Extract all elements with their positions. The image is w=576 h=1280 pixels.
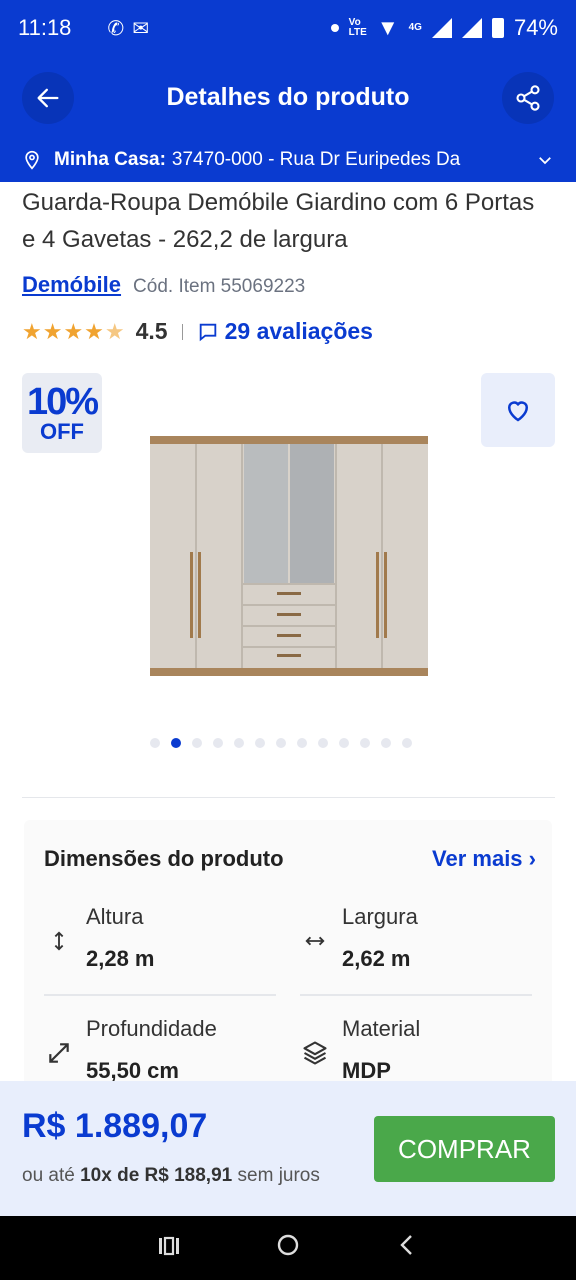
wifi-icon: ▼ <box>376 15 399 40</box>
dimension-value: 2,62 m <box>342 946 411 971</box>
gallery-dot[interactable] <box>297 738 307 748</box>
notification-icons: ✆ ✉ <box>107 16 149 41</box>
status-bar: 11:18 ✆ ✉ Vo LTE ▼ 4G 74% <box>0 0 576 56</box>
dimensions-title: Dimensões do produto <box>44 846 284 871</box>
rating-stars-icon: ★★★★★ <box>22 318 126 344</box>
dimension-label: Altura <box>86 904 144 929</box>
dimension-value: 2,28 m <box>86 946 155 971</box>
dimension-label: Material <box>342 1016 421 1041</box>
dot-icon <box>330 24 339 32</box>
row-divider <box>44 994 276 996</box>
rating-row: ★★★★★ 4.5 29 avaliações <box>22 318 373 345</box>
back-button[interactable] <box>22 72 74 124</box>
gallery-dot[interactable] <box>276 738 286 748</box>
clock: 11:18 <box>18 15 72 40</box>
divider <box>181 323 183 340</box>
delivery-address-selector[interactable]: Minha Casa: 37470-000 - Rua Dr Euripedes… <box>0 138 576 182</box>
discount-off: OFF <box>40 419 84 444</box>
diagonal-arrows-icon <box>44 1038 74 1068</box>
page-title: Detalhes do produto <box>166 82 410 111</box>
app-header: Detalhes do produto <box>0 56 576 138</box>
battery-icon <box>491 18 504 38</box>
gallery-dot-active[interactable] <box>171 738 181 748</box>
back-nav-button[interactable] <box>387 1233 427 1264</box>
buy-button[interactable]: COMPRAR <box>374 1116 555 1182</box>
favorite-button[interactable] <box>481 373 555 447</box>
layers-icon <box>300 1038 330 1068</box>
discount-badge: 10% OFF <box>22 373 102 453</box>
brand-row: Demóbile Cód. Item 55069223 <box>22 272 305 298</box>
share-icon <box>516 85 540 111</box>
system-nav-bar <box>0 1216 576 1280</box>
address-value: 37470-000 - Rua Dr Euripedes Da <box>171 149 461 170</box>
see-more-link[interactable]: Ver mais › <box>432 846 536 872</box>
section-divider <box>22 797 555 798</box>
location-pin-icon <box>25 150 39 170</box>
gallery-dot[interactable] <box>381 738 391 748</box>
signal-icon-2 <box>461 18 482 38</box>
chevron-left-icon <box>399 1234 412 1255</box>
signal-icon <box>431 18 452 38</box>
comment-icon <box>199 323 216 341</box>
gallery-dot[interactable] <box>339 738 349 748</box>
vertical-arrows-icon <box>44 926 74 956</box>
share-button[interactable] <box>502 72 554 124</box>
reviews-count: 29 avaliações <box>224 318 373 344</box>
arrow-left-icon <box>37 88 59 108</box>
dimension-label: Profundidade <box>86 1016 217 1041</box>
recent-apps-button[interactable] <box>149 1233 189 1264</box>
see-more-label: Ver mais <box>432 846 523 871</box>
recent-apps-icon <box>159 1236 180 1255</box>
chevron-down-icon <box>539 157 551 165</box>
gallery-dot[interactable] <box>318 738 328 748</box>
address-label: Minha Casa: <box>54 149 166 170</box>
network-type: 4G <box>408 22 422 33</box>
gallery-dot[interactable] <box>213 738 223 748</box>
gallery-dot[interactable] <box>255 738 265 748</box>
gmail-icon: ✉ <box>132 17 149 40</box>
row-divider <box>300 994 532 996</box>
reviews-link[interactable]: 29 avaliações <box>197 318 373 345</box>
battery-percent: 74% <box>513 15 558 40</box>
rating-value: 4.5 <box>135 318 168 344</box>
horizontal-arrows-icon <box>300 926 330 956</box>
dimensions-card: Dimensões do produto Ver mais › Altura 2… <box>24 820 552 1120</box>
gallery-dot[interactable] <box>234 738 244 748</box>
gallery-dot[interactable] <box>402 738 412 748</box>
installment-info: ou até 10x de R$ 188,91 sem juros <box>22 1165 320 1187</box>
installment-prefix: ou até <box>22 1165 75 1186</box>
home-button[interactable] <box>268 1233 308 1264</box>
installment-suffix: sem juros <box>237 1165 320 1186</box>
volte-icon: Vo LTE <box>348 17 367 38</box>
brand-link[interactable]: Demóbile <box>22 272 121 298</box>
dimension-label: Largura <box>342 904 418 929</box>
product-image[interactable] <box>148 432 430 678</box>
whatsapp-icon: ✆ <box>107 17 125 40</box>
price: R$ 1.889,07 <box>22 1107 208 1145</box>
discount-percent: 10% <box>26 381 99 423</box>
system-icons: Vo LTE ▼ 4G 74% <box>330 15 558 41</box>
gallery-dot[interactable] <box>360 738 370 748</box>
item-code: Cód. Item 55069223 <box>133 276 306 297</box>
purchase-bar: R$ 1.889,07 ou até 10x de R$ 188,91 sem … <box>0 1081 576 1216</box>
home-circle-icon <box>277 1234 299 1255</box>
heart-icon <box>507 401 529 422</box>
product-title: Guarda-Roupa Demóbile Giardino com 6 Por… <box>22 189 535 253</box>
installment-amount: 10x de R$ 188,91 <box>80 1165 233 1186</box>
gallery-dot[interactable] <box>150 738 160 748</box>
gallery-pagination[interactable] <box>150 738 412 748</box>
gallery-dot[interactable] <box>192 738 202 748</box>
